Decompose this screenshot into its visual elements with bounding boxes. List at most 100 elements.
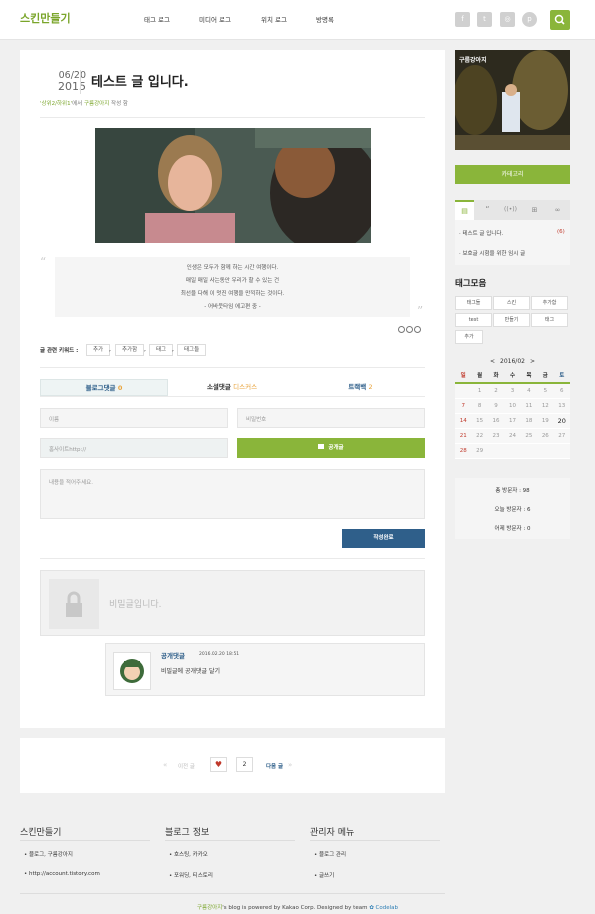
- next-post-link[interactable]: 다음 글: [266, 762, 283, 770]
- nav-location-log[interactable]: 위치 로그: [261, 14, 287, 24]
- calendar-day[interactable]: 3: [504, 383, 521, 399]
- calendar: 일월화수목금토 1 2 3 4 5 6 7 8 9 10 11 12 13 14 15 16 17 18 19 20 2…: [455, 368, 570, 459]
- public-toggle-button[interactable]: 공개글: [237, 438, 425, 458]
- facebook-icon[interactable]: f: [455, 12, 470, 27]
- secret-comment: 비밀글입니다.: [40, 570, 425, 636]
- calendar-day[interactable]: 19: [537, 413, 554, 429]
- footer-link[interactable]: • 글쓰기: [314, 871, 334, 879]
- calendar-day[interactable]: 4: [520, 383, 538, 399]
- sidebar-tag[interactable]: 스킨: [493, 296, 530, 310]
- profile-label: 구름강아지: [459, 57, 487, 64]
- calendar-day[interactable]: 8: [471, 398, 488, 414]
- footer-link[interactable]: • 블로그 관리: [314, 850, 346, 858]
- category-button[interactable]: 카테고리: [455, 165, 570, 184]
- name-input[interactable]: 이름: [40, 408, 228, 428]
- calendar-day[interactable]: 15: [471, 413, 488, 429]
- calendar-day[interactable]: 10: [504, 398, 521, 414]
- calendar-day[interactable]: 7: [455, 398, 472, 414]
- tab-blog-comments[interactable]: 블로그댓글 0: [40, 379, 168, 396]
- twitter-icon[interactable]: t: [477, 12, 492, 27]
- footer-link[interactable]: • 호스팅, 카카오: [169, 850, 208, 858]
- tab-trackback[interactable]: 트랙백 2: [296, 379, 425, 396]
- calendar-day[interactable]: 1: [471, 383, 488, 399]
- calendar-day[interactable]: 11: [520, 398, 538, 414]
- recent-posts-icon[interactable]: ▤: [455, 200, 474, 220]
- footer-link[interactable]: • http://account.tistory.com: [24, 871, 100, 877]
- link-icon[interactable]: ∞: [548, 200, 567, 220]
- divider: [165, 840, 295, 841]
- chevron-left-icon[interactable]: <: [490, 358, 495, 365]
- calendar-day[interactable]: 16: [487, 413, 505, 429]
- post-image: [95, 128, 371, 243]
- prev-post-link[interactable]: 이전 글: [178, 762, 195, 770]
- post-pager: « 이전 글 ♥ 2 다음 글 »: [20, 738, 445, 793]
- post-category-link[interactable]: '상위2/하위1': [40, 101, 72, 107]
- keyword-tag[interactable]: 추가함: [115, 344, 145, 356]
- calendar-day[interactable]: 12: [537, 398, 554, 414]
- recent-post-item[interactable]: · 테스트 글 입니다.: [459, 229, 503, 237]
- post-author-link[interactable]: 구름강아지: [84, 101, 109, 107]
- footer-link[interactable]: • 블로그, 구름강아지: [24, 850, 73, 858]
- calendar-day[interactable]: 28: [455, 443, 472, 459]
- recent-post-title: 테스트 글 입니다.: [462, 231, 504, 237]
- calendar-day[interactable]: 21: [455, 428, 472, 444]
- trackback-icon[interactable]: ((•)): [501, 200, 520, 220]
- next-arrow-icon: »: [288, 761, 293, 769]
- avatar: [113, 652, 151, 690]
- nav-guestbook[interactable]: 방명록: [316, 14, 334, 24]
- calendar-day[interactable]: 29: [471, 443, 488, 459]
- calendar-day[interactable]: 18: [520, 413, 538, 429]
- cart-icon[interactable]: ⊞: [525, 200, 544, 220]
- submit-comment-button[interactable]: 작성완료: [342, 529, 425, 548]
- pinterest-icon[interactable]: p: [522, 12, 537, 27]
- calendar-day[interactable]: 5: [537, 383, 554, 399]
- calendar-day[interactable]: 6: [553, 383, 570, 399]
- calendar-day[interactable]: 25: [520, 428, 538, 444]
- password-input[interactable]: 비밀번호: [237, 408, 425, 428]
- calendar-day[interactable]: 2: [487, 383, 505, 399]
- sidebar-tag[interactable]: test: [455, 313, 492, 327]
- sidebar-tag[interactable]: 만들기: [493, 313, 530, 327]
- quote-icon[interactable]: “: [478, 200, 497, 220]
- search-button[interactable]: [550, 10, 570, 30]
- keyword-tag[interactable]: 추가: [86, 344, 111, 356]
- footer-link[interactable]: • 포워딩, 티스토리: [169, 871, 213, 879]
- calendar-day[interactable]: 27: [553, 428, 570, 444]
- site-logo[interactable]: 스킨만들기: [20, 10, 71, 26]
- like-count: 2: [236, 757, 253, 772]
- profile-image[interactable]: 구름강아지: [455, 50, 570, 150]
- calendar-day[interactable]: 17: [504, 413, 521, 429]
- homepage-input[interactable]: 홈사이트http://: [40, 438, 228, 458]
- calendar-weekday: 목: [520, 368, 538, 384]
- calendar-day[interactable]: 13: [553, 398, 570, 414]
- tab-social-comments[interactable]: 소셜댓글 디스커스: [168, 379, 296, 396]
- heart-icon[interactable]: ♥: [210, 757, 227, 772]
- copyright-name[interactable]: 구름강아지: [197, 905, 222, 911]
- sidebar-tag[interactable]: 태그들: [455, 296, 492, 310]
- calendar-day[interactable]: 9: [487, 398, 505, 414]
- reply-author[interactable]: 공개댓글: [161, 650, 185, 660]
- calendar-day[interactable]: 24: [504, 428, 521, 444]
- nav-media-log[interactable]: 미디어 로그: [199, 14, 231, 24]
- sidebar-tag[interactable]: 추가: [455, 330, 483, 344]
- codelab-link[interactable]: ✿ Codelab: [369, 905, 398, 911]
- calendar-day[interactable]: 20: [553, 413, 570, 429]
- calendar-day[interactable]: 23: [487, 428, 505, 444]
- nav-tag-log[interactable]: 태그 로그: [144, 14, 170, 24]
- footer-col3-title: 관리자 메뉴: [310, 828, 355, 838]
- instagram-icon[interactable]: ◎: [500, 12, 515, 27]
- sidebar-tag[interactable]: 태그: [531, 313, 568, 327]
- calendar-day[interactable]: 22: [471, 428, 488, 444]
- footer-link-text: 블로그 관리: [319, 852, 347, 858]
- calendar-day[interactable]: 26: [537, 428, 554, 444]
- calendar-weekday: 화: [487, 368, 505, 384]
- comment-textarea[interactable]: 내용을 적어주세요.: [40, 469, 425, 519]
- chevron-right-icon[interactable]: >: [530, 358, 535, 365]
- calendar-day[interactable]: 14: [455, 413, 472, 429]
- prev-arrow-icon: «: [163, 761, 168, 769]
- license-icons: [398, 326, 421, 333]
- keyword-tag[interactable]: 태그들: [177, 344, 207, 356]
- keyword-tag[interactable]: 태그: [149, 344, 174, 356]
- sidebar-tag[interactable]: 추가함: [531, 296, 568, 310]
- recent-post-item[interactable]: · 보호글 시험을 위한 임시 글: [459, 249, 525, 257]
